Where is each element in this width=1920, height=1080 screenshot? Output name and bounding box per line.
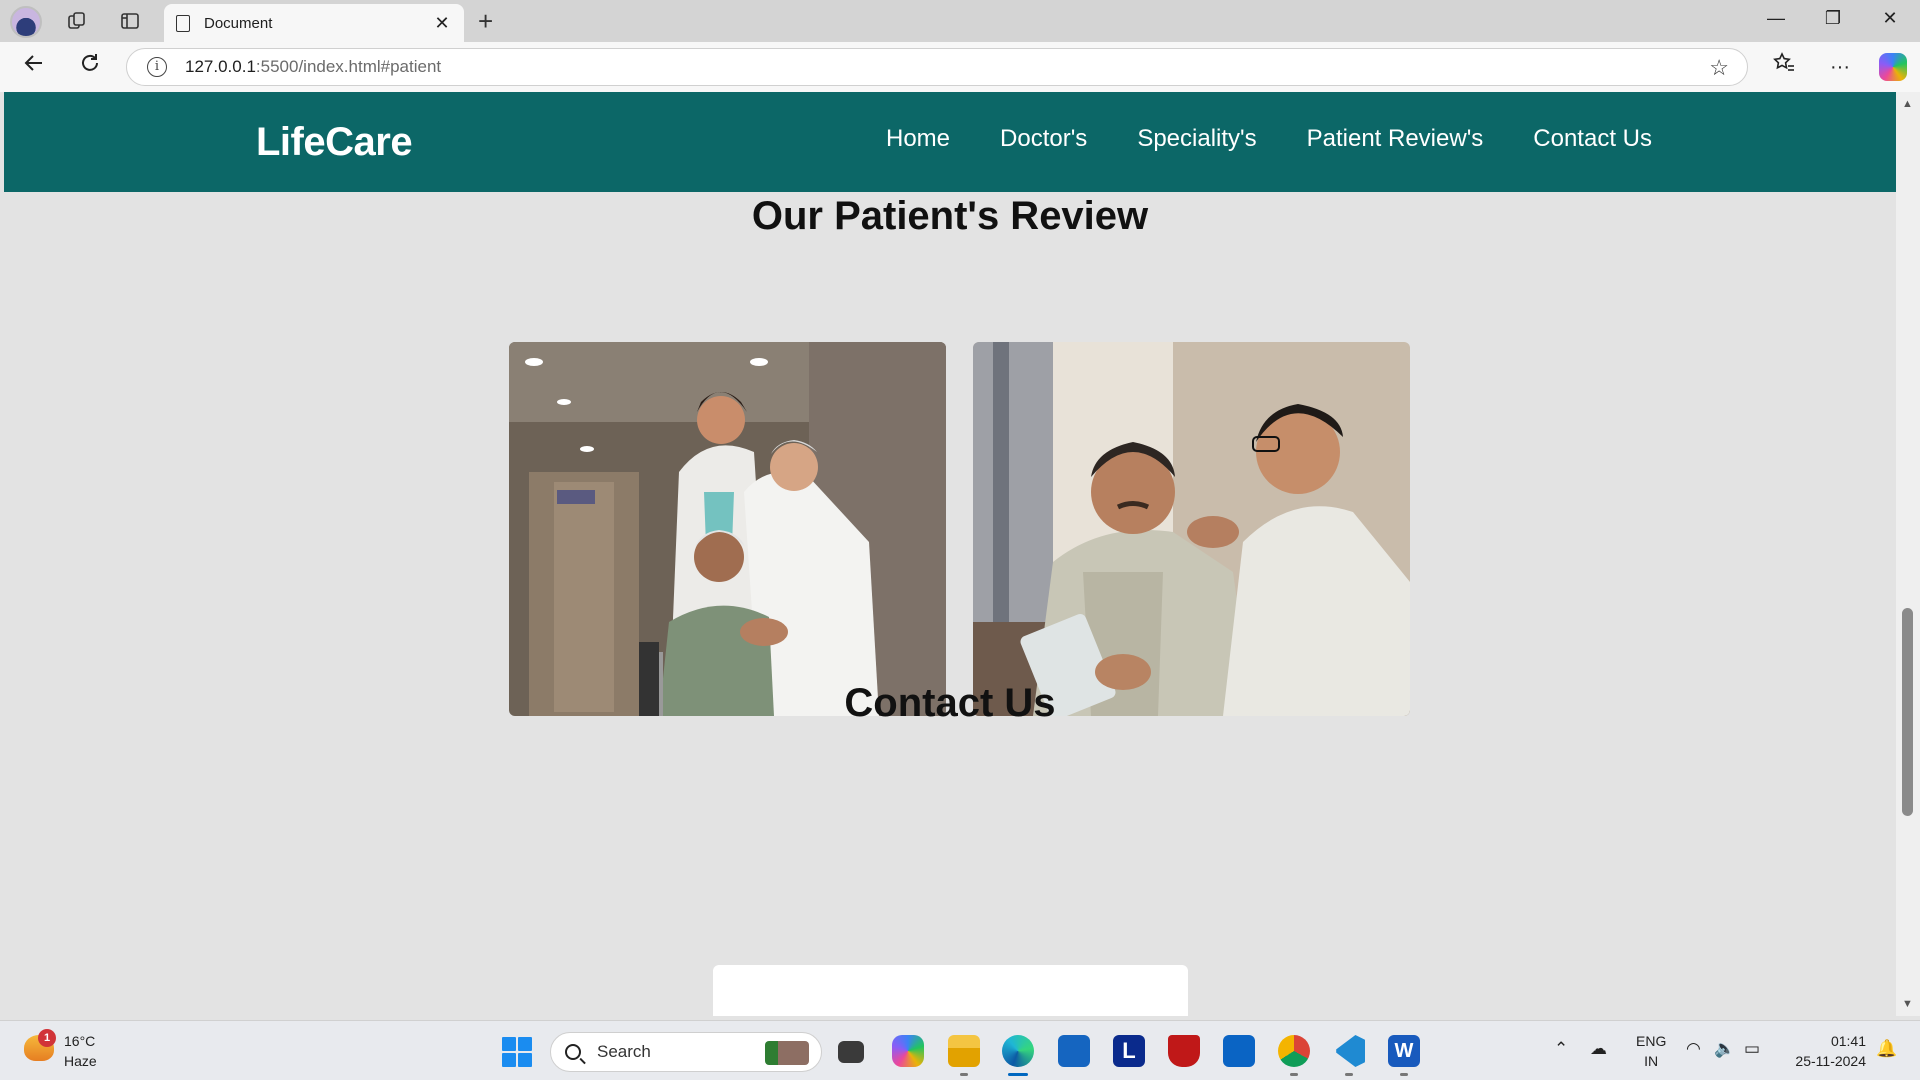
tab-title: Document <box>204 14 273 32</box>
close-window-button[interactable]: ✕ <box>1870 8 1910 29</box>
outlook-icon[interactable] <box>1223 1035 1255 1067</box>
vscode-running-indicator <box>1345 1073 1353 1076</box>
region-code: IN <box>1644 1053 1659 1069</box>
word-icon[interactable]: W <box>1388 1035 1420 1067</box>
copilot-app-icon[interactable] <box>892 1035 924 1067</box>
search-label: Search <box>597 1042 651 1061</box>
favorite-star-icon[interactable]: ☆ <box>1709 55 1729 81</box>
contact-section-title: Contact Us <box>844 681 1056 725</box>
file-explorer-icon[interactable] <box>838 1041 864 1063</box>
new-tab-button[interactable]: + <box>478 7 493 35</box>
nav-patient-reviews[interactable]: Patient Review's <box>1307 125 1484 153</box>
vertical-tabs-icon[interactable] <box>115 7 145 35</box>
url-host: 127.0.0.1 <box>185 57 256 76</box>
brand-logo[interactable]: LifeCare <box>256 120 413 165</box>
l-app-icon[interactable]: L <box>1113 1035 1145 1067</box>
patient-review-image-2 <box>973 342 1410 716</box>
site-navbar: LifeCare Home Doctor's Speciality's Pati… <box>4 92 1896 192</box>
browser-toolbar: i 127.0.0.1:5500/index.html#patient ☆ ··… <box>0 42 1920 92</box>
temperature: 16°C <box>64 1033 96 1049</box>
back-icon[interactable] <box>18 52 50 82</box>
nav-contact[interactable]: Contact Us <box>1533 125 1652 153</box>
profile-avatar[interactable] <box>10 6 42 38</box>
close-tab-icon[interactable]: ✕ <box>432 13 452 34</box>
nav-doctors[interactable]: Doctor's <box>1000 125 1087 153</box>
volume-icon[interactable]: 🔈 <box>1714 1039 1735 1059</box>
time: 01:41 <box>1830 1033 1866 1049</box>
more-icon[interactable]: ··· <box>1824 52 1856 82</box>
scroll-up-arrow-icon[interactable]: ▲ <box>1902 98 1913 110</box>
taskbar-search[interactable]: Search <box>550 1032 822 1072</box>
wifi-icon[interactable]: ◠ <box>1686 1039 1701 1059</box>
search-icon <box>565 1044 581 1060</box>
edge-icon[interactable] <box>1002 1035 1034 1067</box>
address-bar[interactable]: i 127.0.0.1:5500/index.html#patient ☆ <box>126 48 1748 86</box>
contact-form-card <box>713 965 1188 1016</box>
start-button[interactable] <box>502 1037 532 1067</box>
nav-specialities[interactable]: Speciality's <box>1137 125 1256 153</box>
tray-overflow-chevron-icon[interactable]: ⌃ <box>1554 1039 1568 1059</box>
scroll-down-arrow-icon[interactable]: ▼ <box>1902 998 1913 1010</box>
page-viewport: LifeCare Home Doctor's Speciality's Pati… <box>4 92 1896 1016</box>
info-icon[interactable]: i <box>147 57 167 77</box>
workspaces-icon[interactable] <box>62 7 92 35</box>
weather-badge: 1 <box>38 1029 56 1047</box>
vscode-icon[interactable] <box>1336 1035 1365 1067</box>
windows-taskbar: 1 16°C Haze Search L W ⌃ ☁ ENG IN ◠ 🔈 ▭ … <box>0 1020 1920 1080</box>
system-clock[interactable]: 01:41 25-11-2024 <box>1786 1031 1866 1071</box>
tab-document[interactable]: Document ✕ <box>164 4 464 42</box>
scrollbar-thumb[interactable] <box>1902 608 1913 816</box>
mcafee-icon[interactable] <box>1168 1035 1200 1067</box>
date: 25-11-2024 <box>1795 1053 1866 1069</box>
weather-widget[interactable]: 16°C Haze <box>64 1031 97 1071</box>
store-icon[interactable] <box>1058 1035 1090 1067</box>
site-nav: Home Doctor's Speciality's Patient Revie… <box>886 125 1652 153</box>
weather-condition: Haze <box>64 1053 97 1069</box>
favorites-icon[interactable] <box>1768 52 1800 83</box>
battery-icon[interactable]: ▭ <box>1744 1039 1760 1059</box>
copilot-icon[interactable] <box>1879 53 1907 81</box>
refresh-icon[interactable] <box>74 52 106 82</box>
chrome-icon[interactable] <box>1278 1035 1310 1067</box>
page-scrollbar[interactable]: ▲ ▼ <box>1896 92 1920 1016</box>
lang-code: ENG <box>1636 1033 1667 1049</box>
minimize-button[interactable]: — <box>1756 8 1796 29</box>
notification-bell-icon[interactable]: 🔔 <box>1876 1039 1897 1059</box>
tab-strip: Document ✕ + — ❐ ✕ <box>0 0 1920 42</box>
folder-icon[interactable] <box>948 1035 980 1067</box>
word-running-indicator <box>1400 1073 1408 1076</box>
input-language[interactable]: ENG IN <box>1636 1031 1666 1071</box>
edge-active-indicator <box>1008 1073 1028 1076</box>
onedrive-icon[interactable]: ☁ <box>1590 1039 1607 1059</box>
chrome-running-indicator <box>1290 1073 1298 1076</box>
nav-home[interactable]: Home <box>886 125 950 153</box>
patient-review-image-1 <box>509 342 946 716</box>
review-section-title: Our Patient's Review <box>751 194 1149 238</box>
restore-button[interactable]: ❐ <box>1813 8 1853 29</box>
search-highlight-icon <box>765 1041 809 1065</box>
url-path: :5500/index.html#patient <box>255 57 442 76</box>
document-icon <box>176 14 190 32</box>
folder-running-indicator <box>960 1073 968 1076</box>
